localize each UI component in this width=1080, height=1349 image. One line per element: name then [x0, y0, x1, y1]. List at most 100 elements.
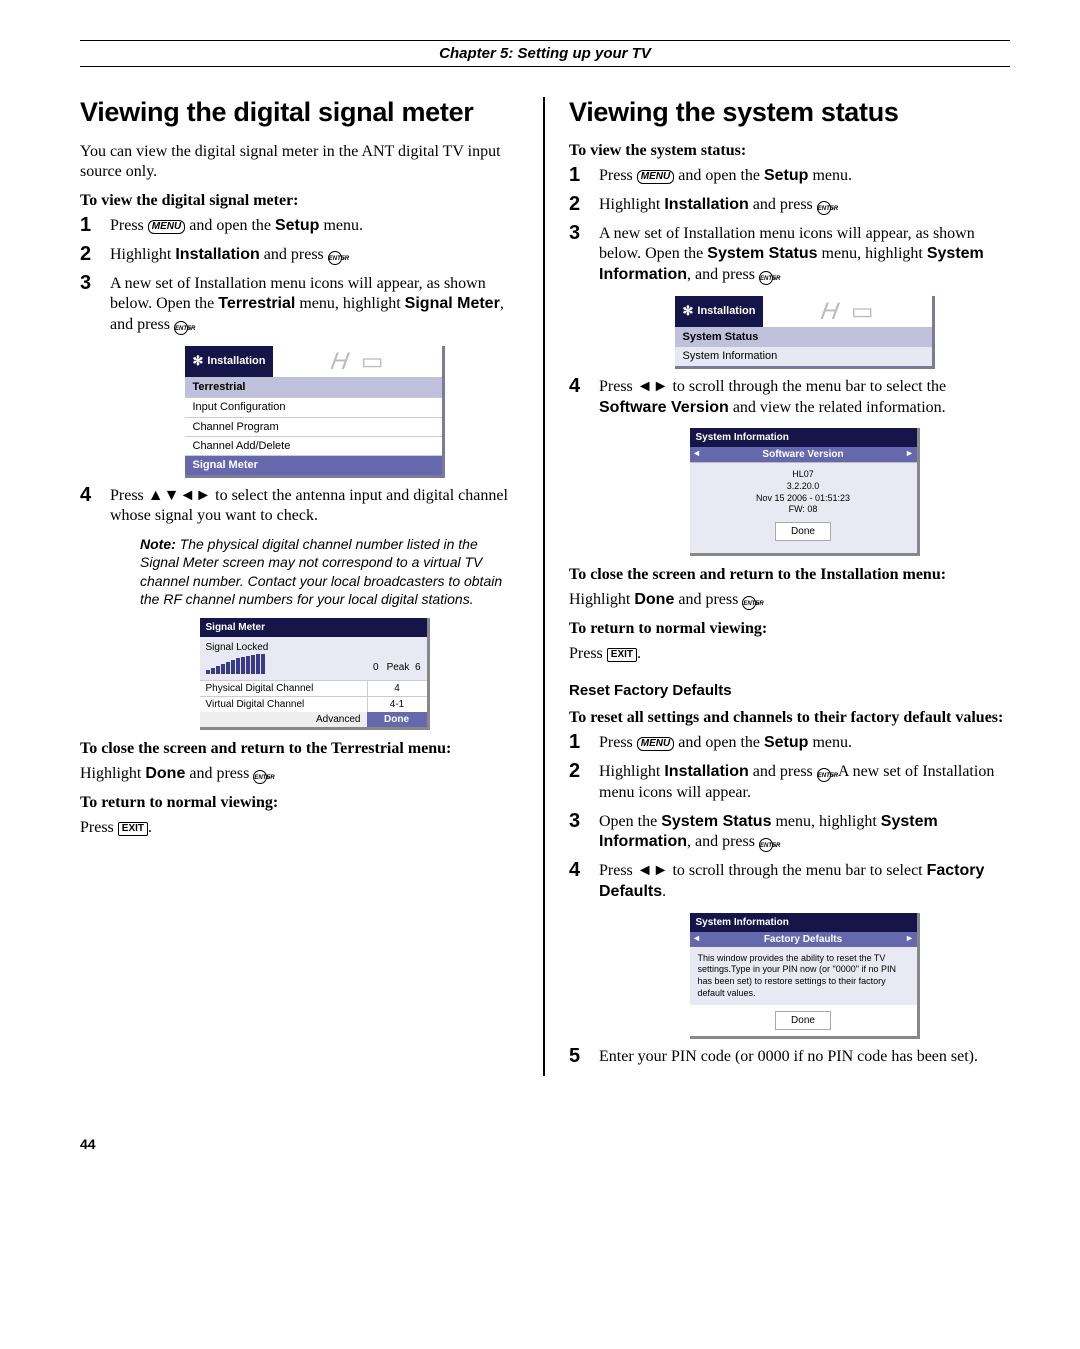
done-button: Done	[775, 1011, 831, 1030]
note-text: The physical digital channel number list…	[140, 536, 502, 607]
right-steps: Press MENU and open the Setup menu. High…	[569, 166, 1010, 556]
text: menu.	[319, 217, 363, 234]
reset-step-5: Enter your PIN code (or 0000 if no PIN c…	[569, 1047, 1010, 1068]
right-step-4: Press ◄► to scroll through the menu bar …	[569, 377, 1010, 556]
section-title-right: Viewing the system status	[569, 97, 1010, 128]
text: Press	[599, 734, 637, 751]
reset-factory-heading: Reset Factory Defaults	[569, 682, 1010, 699]
signal-value: 0	[373, 661, 379, 674]
left-step-4: Press ▲▼◄► to select the antenna input a…	[80, 486, 519, 730]
text: .	[662, 883, 666, 900]
enter-icon: ENTER	[817, 201, 831, 215]
text: and open the	[185, 217, 275, 234]
menu-icon: MENU	[637, 170, 674, 184]
text: Signal Meter	[405, 295, 500, 312]
peak-value: 6	[415, 662, 421, 673]
text: and press	[749, 763, 817, 780]
left-howto: To view the digital signal meter:	[80, 192, 519, 210]
menu-row-selected: Signal Meter	[185, 455, 442, 474]
right-column: Viewing the system status To view the sy…	[545, 97, 1010, 1076]
text: Highlight	[569, 591, 634, 608]
text: Highlight	[110, 246, 175, 263]
info-line: FW: 08	[696, 504, 911, 516]
text: Enter your PIN code (or 0000 if no PIN c…	[599, 1048, 978, 1065]
text: Setup	[764, 167, 808, 184]
text: System Status	[707, 245, 817, 262]
menu-icon: MENU	[148, 220, 185, 234]
text: Installation	[664, 763, 748, 780]
right-step-2: Highlight Installation and press ENTER.	[569, 195, 1010, 216]
left-column: Viewing the digital signal meter You can…	[80, 97, 545, 1076]
page-number: 44	[80, 1136, 1010, 1152]
reset-factory-intro: To reset all settings and channels to th…	[569, 709, 1010, 727]
text: Installation	[175, 246, 259, 263]
ghost-icon: ▭	[361, 346, 384, 377]
text: to scroll through the menu bar to select…	[668, 378, 946, 395]
advanced-button: Advanced	[200, 712, 367, 727]
menu-row: Channel Program	[185, 417, 442, 436]
enter-icon: ENTER	[253, 770, 267, 784]
enter-icon: ENTER	[759, 271, 773, 285]
row-label: Physical Digital Channel	[200, 681, 367, 696]
done-button: Done	[367, 712, 427, 727]
menu-icon: MENU	[637, 737, 674, 751]
ghost-icon: H	[819, 296, 842, 327]
ghost-icon: H	[329, 346, 352, 377]
return-heading: To return to normal viewing:	[80, 794, 519, 812]
text: Software Version	[599, 399, 729, 416]
reset-step-2: Highlight Installation and press ENTER. …	[569, 762, 1010, 804]
enter-icon: ENTER	[174, 321, 188, 335]
text: Installation	[664, 196, 748, 213]
row-value: 4	[367, 681, 427, 696]
arrow-icons: ◄►	[637, 862, 669, 879]
reset-step-3: Open the System Status menu, highlight S…	[569, 812, 1010, 854]
text: menu.	[808, 734, 852, 751]
enter-icon: ENTER	[759, 838, 773, 852]
text: Done	[634, 591, 674, 608]
right-step-1: Press MENU and open the Setup menu.	[569, 166, 1010, 187]
menu-header: System Status	[675, 327, 932, 347]
reset-steps: Press MENU and open the Setup menu. High…	[569, 733, 1010, 1068]
gear-icon	[683, 303, 694, 320]
note-block: Note: The physical digital channel numbe…	[140, 535, 519, 608]
text: menu.	[808, 167, 852, 184]
text: Press	[599, 378, 637, 395]
text: Setup	[764, 734, 808, 751]
right-howto: To view the system status:	[569, 142, 1010, 160]
text: Open the	[599, 813, 661, 830]
signal-locked: Signal Locked	[206, 641, 421, 654]
row-label: Virtual Digital Channel	[200, 697, 367, 712]
info-line: HL07	[696, 469, 911, 481]
return-text: Press EXIT.	[80, 818, 519, 838]
text: to scroll through the menu bar to select	[668, 862, 926, 879]
menu-row: Input Configuration	[185, 397, 442, 416]
section-title-left: Viewing the digital signal meter	[80, 97, 519, 128]
panel-title: System Information	[690, 428, 917, 447]
enter-icon: ENTER	[328, 251, 342, 265]
exit-icon: EXIT	[118, 822, 148, 836]
menu-row: System Information	[675, 347, 932, 365]
arrow-icons: ◄►	[637, 378, 669, 395]
left-steps: Press MENU and open the Setup menu. High…	[80, 216, 519, 730]
text: and press	[185, 765, 253, 782]
text: Highlight	[599, 763, 664, 780]
signal-bars	[206, 654, 265, 674]
text: Done	[145, 765, 185, 782]
panel-title: Signal Meter	[200, 618, 427, 637]
left-step-1: Press MENU and open the Setup menu.	[80, 216, 519, 237]
left-step-3: A new set of Installation menu icons wil…	[80, 274, 519, 478]
menu-row: Channel Add/Delete	[185, 436, 442, 455]
text: Highlight	[599, 196, 664, 213]
menu-header: Terrestrial	[185, 377, 442, 397]
text: Press	[599, 862, 637, 879]
left-arrow-icon: ◄	[690, 932, 704, 947]
text: Press	[569, 645, 607, 662]
text: and press	[674, 591, 742, 608]
reset-step-1: Press MENU and open the Setup menu.	[569, 733, 1010, 754]
enter-icon: ENTER	[817, 768, 831, 782]
return-heading-right: To return to normal viewing:	[569, 620, 1010, 638]
left-step-2: Highlight Installation and press ENTER.	[80, 245, 519, 266]
text: Press	[599, 167, 637, 184]
text: menu, highlight	[771, 813, 880, 830]
text: and open the	[674, 167, 764, 184]
